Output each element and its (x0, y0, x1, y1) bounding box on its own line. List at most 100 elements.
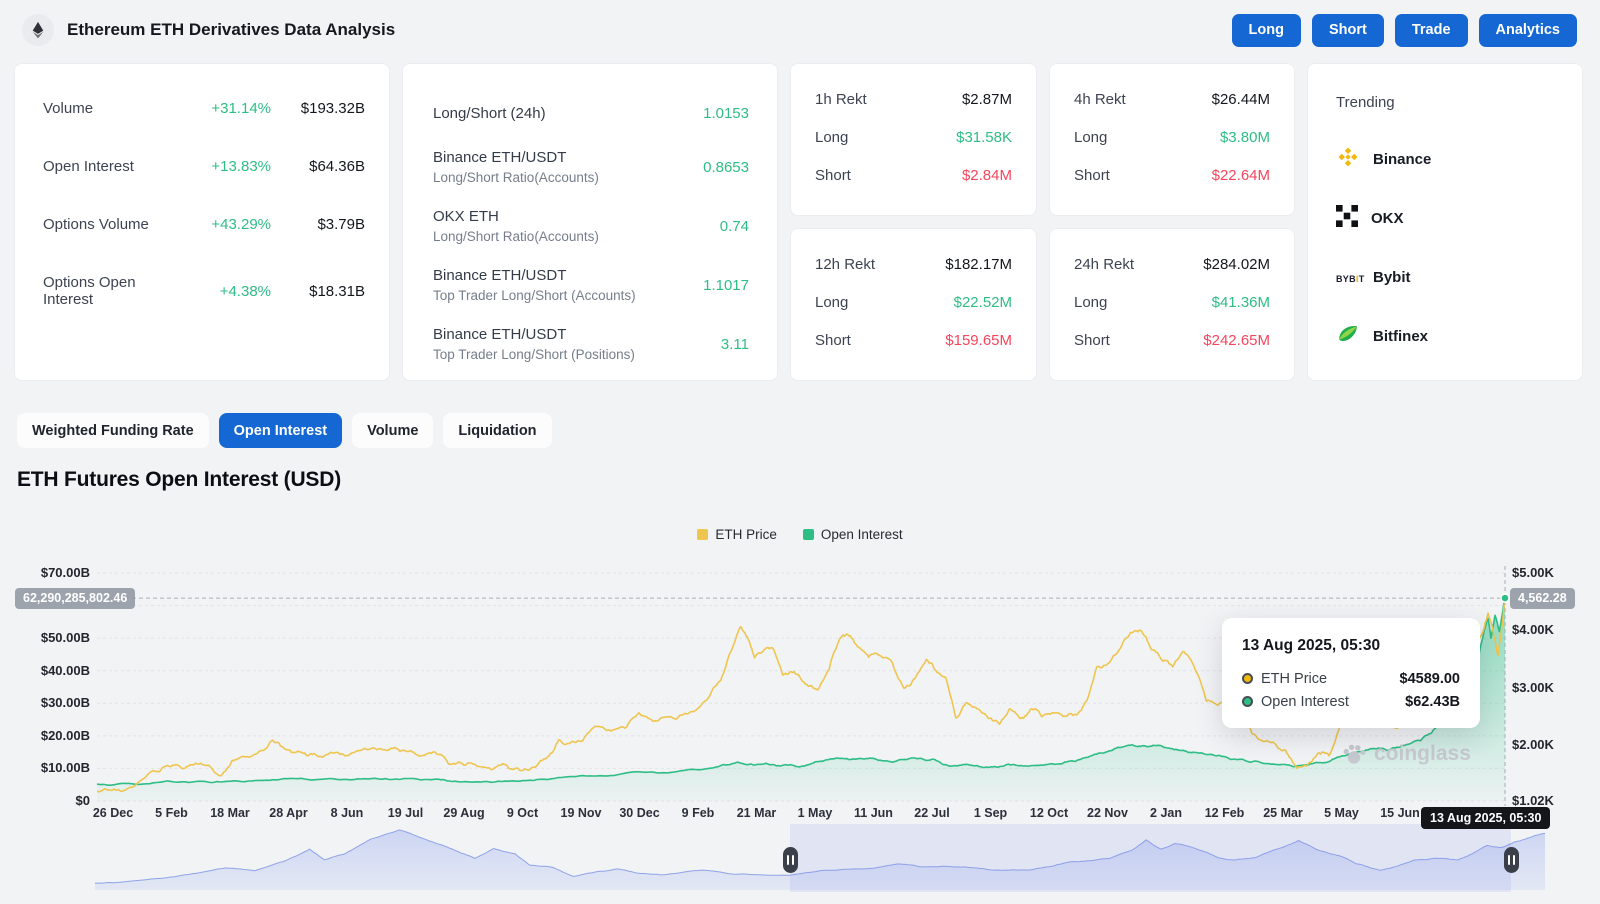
header-button-long[interactable]: Long (1232, 14, 1301, 47)
rekt-row-value: $22.64M (1212, 167, 1270, 184)
trending-item-label: OKX (1371, 210, 1404, 227)
y-axis-tick-left: $40.00B (6, 663, 90, 678)
ratio-row: Binance ETH/USDTTop Trader Long/Short (A… (433, 264, 749, 306)
stat-label: Options Open Interest (43, 274, 185, 308)
rekt-total: $2.87M (962, 91, 1012, 108)
stat-label: Options Volume (43, 216, 185, 233)
header-button-short[interactable]: Short (1312, 14, 1384, 47)
navigator-chart[interactable] (95, 824, 1545, 892)
stat-label: Open Interest (43, 158, 185, 175)
rekt-row: Short $159.65M (815, 332, 1012, 349)
trending-item-label: Binance (1373, 151, 1431, 168)
tooltip-row: ETH Price$4589.00 (1242, 667, 1460, 690)
tab-weighted-funding-rate[interactable]: Weighted Funding Rate (17, 413, 209, 448)
trending-item-okx[interactable]: OKX (1336, 206, 1554, 230)
stat-value: $64.36B (271, 158, 365, 175)
tab-liquidation[interactable]: Liquidation (443, 413, 551, 448)
stat-change: +13.83% (185, 158, 271, 175)
rekt-row-value: $22.52M (954, 294, 1012, 311)
rekt-row: Short$2.84M (815, 167, 1012, 184)
crosshair-date-badge: 13 Aug 2025, 05:30 (1421, 807, 1550, 829)
derivatives-dashboard: Ethereum ETH Derivatives Data Analysis L… (0, 0, 1600, 904)
coinglass-watermark-text: coinglass (1374, 742, 1471, 766)
rekt-total: $182.17M (945, 256, 1012, 273)
rekt-title: 1h Rekt (815, 91, 867, 108)
stat-change: +43.29% (185, 216, 271, 233)
tooltip-series-dot (1242, 696, 1253, 707)
legend-item-eth-price[interactable]: ETH Price (697, 527, 777, 542)
chart-tabs: Weighted Funding Rate Open Interest Volume… (17, 413, 552, 448)
ratio-value: 3.11 (721, 336, 749, 353)
rekt-row: Long$3.80M (1074, 129, 1270, 146)
rekt-row-value: $31.58K (956, 129, 1012, 146)
rekt-row: Short $242.65M (1074, 332, 1270, 349)
rekt-row-value: $242.65M (1203, 332, 1270, 349)
chart-section-title: ETH Futures Open Interest (USD) (17, 468, 341, 492)
long-short-ratios-card: Long/Short (24h)1.0153Binance ETH/USDTLo… (402, 63, 778, 381)
crosshair-price-badge: 4,562.28 (1510, 588, 1575, 609)
legend-label: ETH Price (715, 527, 777, 542)
ratio-row: Binance ETH/USDTLong/Short Ratio(Account… (433, 146, 749, 188)
ratio-value: 1.0153 (703, 105, 749, 122)
header-button-analytics[interactable]: Analytics (1479, 14, 1577, 47)
rekt-row-label: Short (815, 332, 851, 349)
rekt-row-value: $41.36M (1212, 294, 1270, 311)
stat-row: Volume+31.14%$193.32B (43, 100, 365, 117)
rekt-row-value: $159.65M (945, 332, 1012, 349)
trending-item-label: Bitfinex (1373, 328, 1428, 345)
stat-change: +31.14% (185, 100, 271, 117)
page-title: Ethereum ETH Derivatives Data Analysis (67, 20, 395, 40)
rekt-total: $284.02M (1203, 256, 1270, 273)
trending-list: Binance OKX BYBITBybit Bitfinex (1336, 147, 1554, 348)
ratio-row: OKX ETHLong/Short Ratio(Accounts)0.74 (433, 205, 749, 247)
rekt-row-label: Short (1074, 332, 1110, 349)
y-axis-tick-left: $50.00B (6, 630, 90, 645)
header: Ethereum ETH Derivatives Data Analysis L… (0, 0, 1600, 60)
y-axis-tick-left: $30.00B (6, 695, 90, 710)
ratio-labels: Binance ETH/USDTTop Trader Long/Short (A… (433, 267, 703, 303)
header-button-trade[interactable]: Trade (1395, 14, 1468, 47)
rekt-card-24h: 24h Rekt$284.02MLong$41.36MShort$242.65M (1049, 228, 1295, 381)
ratio-row: Binance ETH/USDT Top Trader Long/Short (P… (433, 323, 749, 365)
rekt-title: 24h Rekt (1074, 256, 1134, 273)
trending-title: Trending (1336, 94, 1554, 111)
ratio-labels: Binance ETH/USDTLong/Short Ratio(Account… (433, 149, 703, 185)
y-axis-tick-left: $20.00B (6, 728, 90, 743)
legend-label: Open Interest (821, 527, 903, 542)
volume-stats-card: Volume+31.14%$193.32B Open Interest+13.83… (14, 63, 390, 381)
okx-icon (1336, 205, 1358, 231)
ratio-value: 1.1017 (703, 277, 749, 294)
y-axis-tick-right: $4.00K (1512, 622, 1596, 637)
navigator-selection[interactable] (790, 824, 1511, 892)
navigator-left-handle[interactable] (783, 847, 798, 873)
trending-item-bybit[interactable]: BYBITBybit (1336, 265, 1554, 289)
ratio-sublabel: Top Trader Long/Short (Accounts) (433, 288, 703, 303)
stat-value: $18.31B (271, 283, 365, 300)
binance-icon (1336, 145, 1360, 173)
rekt-title-row: 1h Rekt $2.87M (815, 91, 1012, 108)
tooltip-series-value: $4589.00 (1400, 671, 1460, 687)
ratio-label: Binance ETH/USDT (433, 326, 721, 343)
navigator-right-handle[interactable] (1504, 847, 1519, 873)
y-axis-tick-left: $10.00B (6, 760, 90, 775)
tooltip-row: Open Interest$62.43B (1242, 690, 1460, 713)
y-axis-tick-left: $70.00B (6, 565, 90, 580)
rekt-title: 12h Rekt (815, 256, 875, 273)
ethereum-icon (22, 14, 54, 46)
legend-item-open-interest[interactable]: Open Interest (803, 527, 903, 542)
ratio-sublabel: Long/Short Ratio(Accounts) (433, 229, 720, 244)
ratio-sublabel: Top Trader Long/Short (Positions) (433, 347, 721, 362)
rekt-total: $26.44M (1212, 91, 1270, 108)
tab-open-interest[interactable]: Open Interest (219, 413, 342, 448)
rekt-row-label: Short (815, 167, 851, 184)
header-actions: Long Short Trade Analytics (1232, 14, 1577, 47)
tab-volume[interactable]: Volume (352, 413, 433, 448)
trending-item-bitfinex[interactable]: Bitfinex (1336, 324, 1554, 348)
rekt-title-row: 4h Rekt$26.44M (1074, 91, 1270, 108)
stat-row: Options Open Interest+4.38%$18.31B (43, 274, 365, 308)
tooltip-series-label: Open Interest (1261, 694, 1397, 710)
tooltip-rows: ETH Price$4589.00Open Interest$62.43B (1242, 667, 1460, 713)
bitfinex-icon (1336, 322, 1360, 350)
trending-item-binance[interactable]: Binance (1336, 147, 1554, 171)
y-axis-tick-right: $3.00K (1512, 680, 1596, 695)
